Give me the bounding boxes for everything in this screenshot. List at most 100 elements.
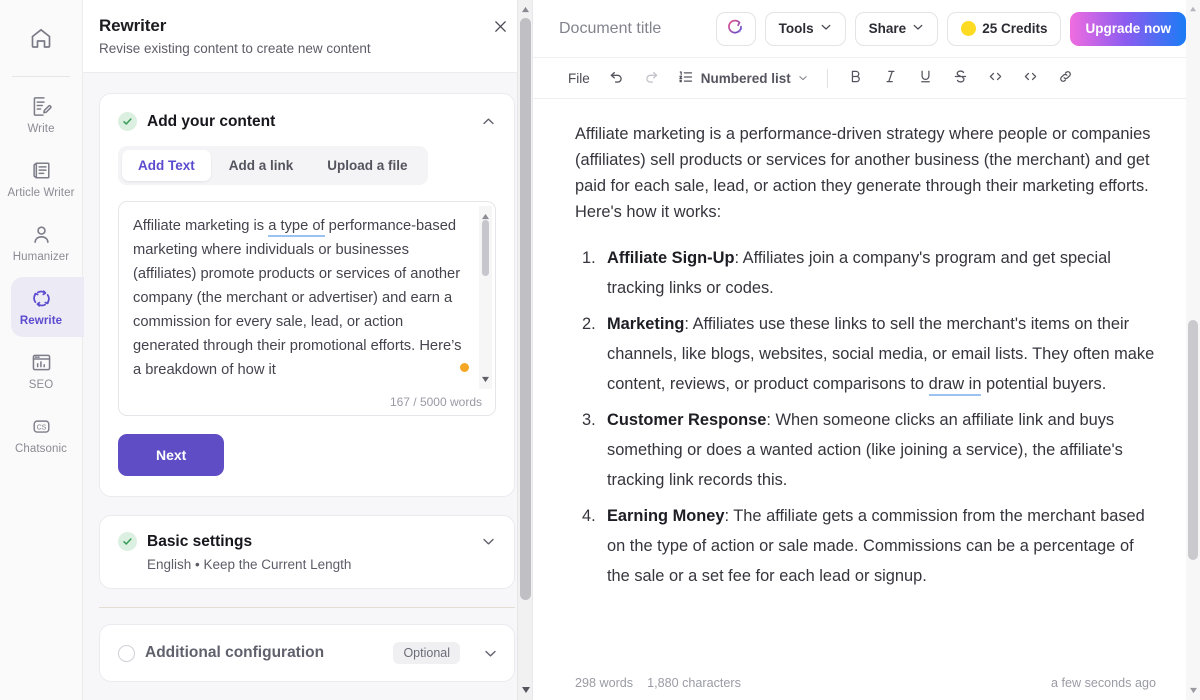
editor-footer: 298 words 1,880 characters a few seconds… [533,666,1200,700]
numbered-list-button[interactable]: Numbered list [669,63,817,93]
editor-scrollbar[interactable] [1186,0,1200,700]
add-content-header[interactable]: Add your content [118,112,496,131]
bold-icon [847,68,864,88]
tools-button[interactable]: Tools [765,12,846,46]
sidebar-item-rewrite[interactable]: Rewrite [0,275,83,339]
additional-config-header[interactable]: Additional configuration Optional [118,642,498,664]
content-textarea-wrapper[interactable]: Affiliate marketing is a type of perform… [118,201,496,416]
credits-badge[interactable]: 25 Credits [947,12,1061,46]
left-panel-scrollbar[interactable] [517,0,532,700]
scroll-down-icon[interactable] [518,682,533,698]
scrollbar-thumb[interactable] [520,18,531,600]
sidebar-item-article-writer[interactable]: Article Writer [0,147,83,211]
tab-add-text[interactable]: Add Text [122,150,211,181]
upgrade-now-button[interactable]: Upgrade now [1070,12,1186,46]
redo-button[interactable] [634,63,669,93]
inline-code-button[interactable] [978,63,1013,93]
scroll-up-icon[interactable] [1186,1,1200,17]
optional-badge: Optional [393,642,460,664]
numbered-list-label: Numbered list [701,71,791,86]
sidebar-rail: Write Article Writer Humanizer [0,0,83,700]
sidebar-item-write[interactable]: Write [0,83,83,147]
textarea-scrollbar[interactable] [479,206,492,389]
editor-panel: Document title [533,0,1200,700]
link-icon [1057,68,1074,88]
editor-intro-paragraph: Affiliate marketing is a performance-dri… [575,121,1156,225]
share-label: Share [869,21,907,36]
tools-label: Tools [779,21,814,36]
content-source-tabs: Add Text Add a link Upload a file [118,146,428,185]
list-item-highlight[interactable]: draw in [929,375,982,396]
additional-config-title: Additional configuration [145,644,383,662]
rewriter-panel-body: Add your content Add Text Add a link Upl… [83,73,532,700]
check-circle-icon [118,532,137,551]
code-block-icon [1022,68,1039,88]
content-textarea[interactable]: Affiliate marketing is a type of perform… [133,214,481,392]
code-block-button[interactable] [1013,63,1048,93]
regenerate-button[interactable] [716,12,756,46]
additional-config-card[interactable]: Additional configuration Optional [99,624,515,682]
bold-button[interactable] [838,63,873,93]
editor-numbered-list: Affiliate Sign-Up: Affiliates join a com… [575,243,1156,591]
suggestion-dot[interactable] [460,363,469,372]
empty-circle-icon [118,645,135,662]
scroll-up-icon[interactable] [518,1,533,17]
file-menu-button[interactable]: File [559,63,599,93]
scrollbar-thumb[interactable] [482,220,489,276]
character-count: 1,880 characters [647,676,741,690]
word-counter: 167 / 5000 words [390,395,482,409]
add-content-title: Add your content [147,113,470,131]
svg-text:CS: CS [36,424,46,431]
strikethrough-button[interactable] [943,63,978,93]
rewriter-panel-header: Rewriter Revise existing content to crea… [83,0,532,73]
article-icon [30,157,53,183]
sidebar-item-seo[interactable]: SEO [0,339,83,403]
sidebar-item-label: Write [27,124,54,136]
list-item: Customer Response: When someone clicks a… [575,405,1156,495]
basic-settings-card[interactable]: Basic settings English • Keep the Curren… [99,515,515,589]
chevron-down-icon[interactable] [482,645,498,661]
chevron-down-icon [912,21,924,36]
sidebar-item-chatsonic[interactable]: CS Chatsonic [0,403,83,467]
basic-settings-header[interactable]: Basic settings [118,532,496,551]
italic-button[interactable] [873,63,908,93]
undo-button[interactable] [599,63,634,93]
italic-icon [882,68,899,88]
tab-upload-a-file[interactable]: Upload a file [311,150,423,181]
basic-settings-summary: English • Keep the Current Length [147,557,496,572]
home-button[interactable] [19,18,63,62]
credits-label: 25 Credits [982,21,1047,36]
sidebar-item-label: Rewrite [20,316,62,328]
sidebar-item-label: Chatsonic [15,444,67,456]
rewriter-panel: Rewriter Revise existing content to crea… [83,0,533,700]
editor-content[interactable]: Affiliate marketing is a performance-dri… [533,99,1200,666]
numbered-list-icon [678,69,694,88]
close-panel-button[interactable] [490,19,510,39]
scroll-down-icon[interactable] [1186,682,1200,698]
scroll-down-icon[interactable] [481,370,490,388]
editor-toolbar: File [533,58,1200,99]
check-circle-icon [118,112,137,131]
next-button[interactable]: Next [118,434,224,476]
chevron-up-icon[interactable] [480,114,496,130]
sidebar-item-label: SEO [29,380,54,392]
share-button[interactable]: Share [855,12,939,46]
last-saved: a few seconds ago [1051,676,1156,690]
home-icon [29,26,53,55]
basic-settings-title: Basic settings [147,533,470,551]
sidebar-item-humanizer[interactable]: Humanizer [0,211,83,275]
textarea-text-before: Affiliate marketing is [133,218,268,234]
coin-icon [961,21,976,36]
redo-icon [643,68,660,88]
link-button[interactable] [1048,63,1083,93]
list-item-bold: Affiliate Sign-Up [607,249,734,267]
document-title-input[interactable]: Document title [559,20,707,38]
list-item: Marketing: Affiliates use these links to… [575,309,1156,399]
list-item-bold: Earning Money [607,507,724,525]
tab-add-a-link[interactable]: Add a link [213,150,310,181]
page-title: Rewriter [99,16,510,36]
scrollbar-thumb[interactable] [1188,320,1198,560]
rewrite-circular-arrows-icon [30,285,53,311]
chevron-down-icon[interactable] [480,534,496,550]
underline-button[interactable] [908,63,943,93]
